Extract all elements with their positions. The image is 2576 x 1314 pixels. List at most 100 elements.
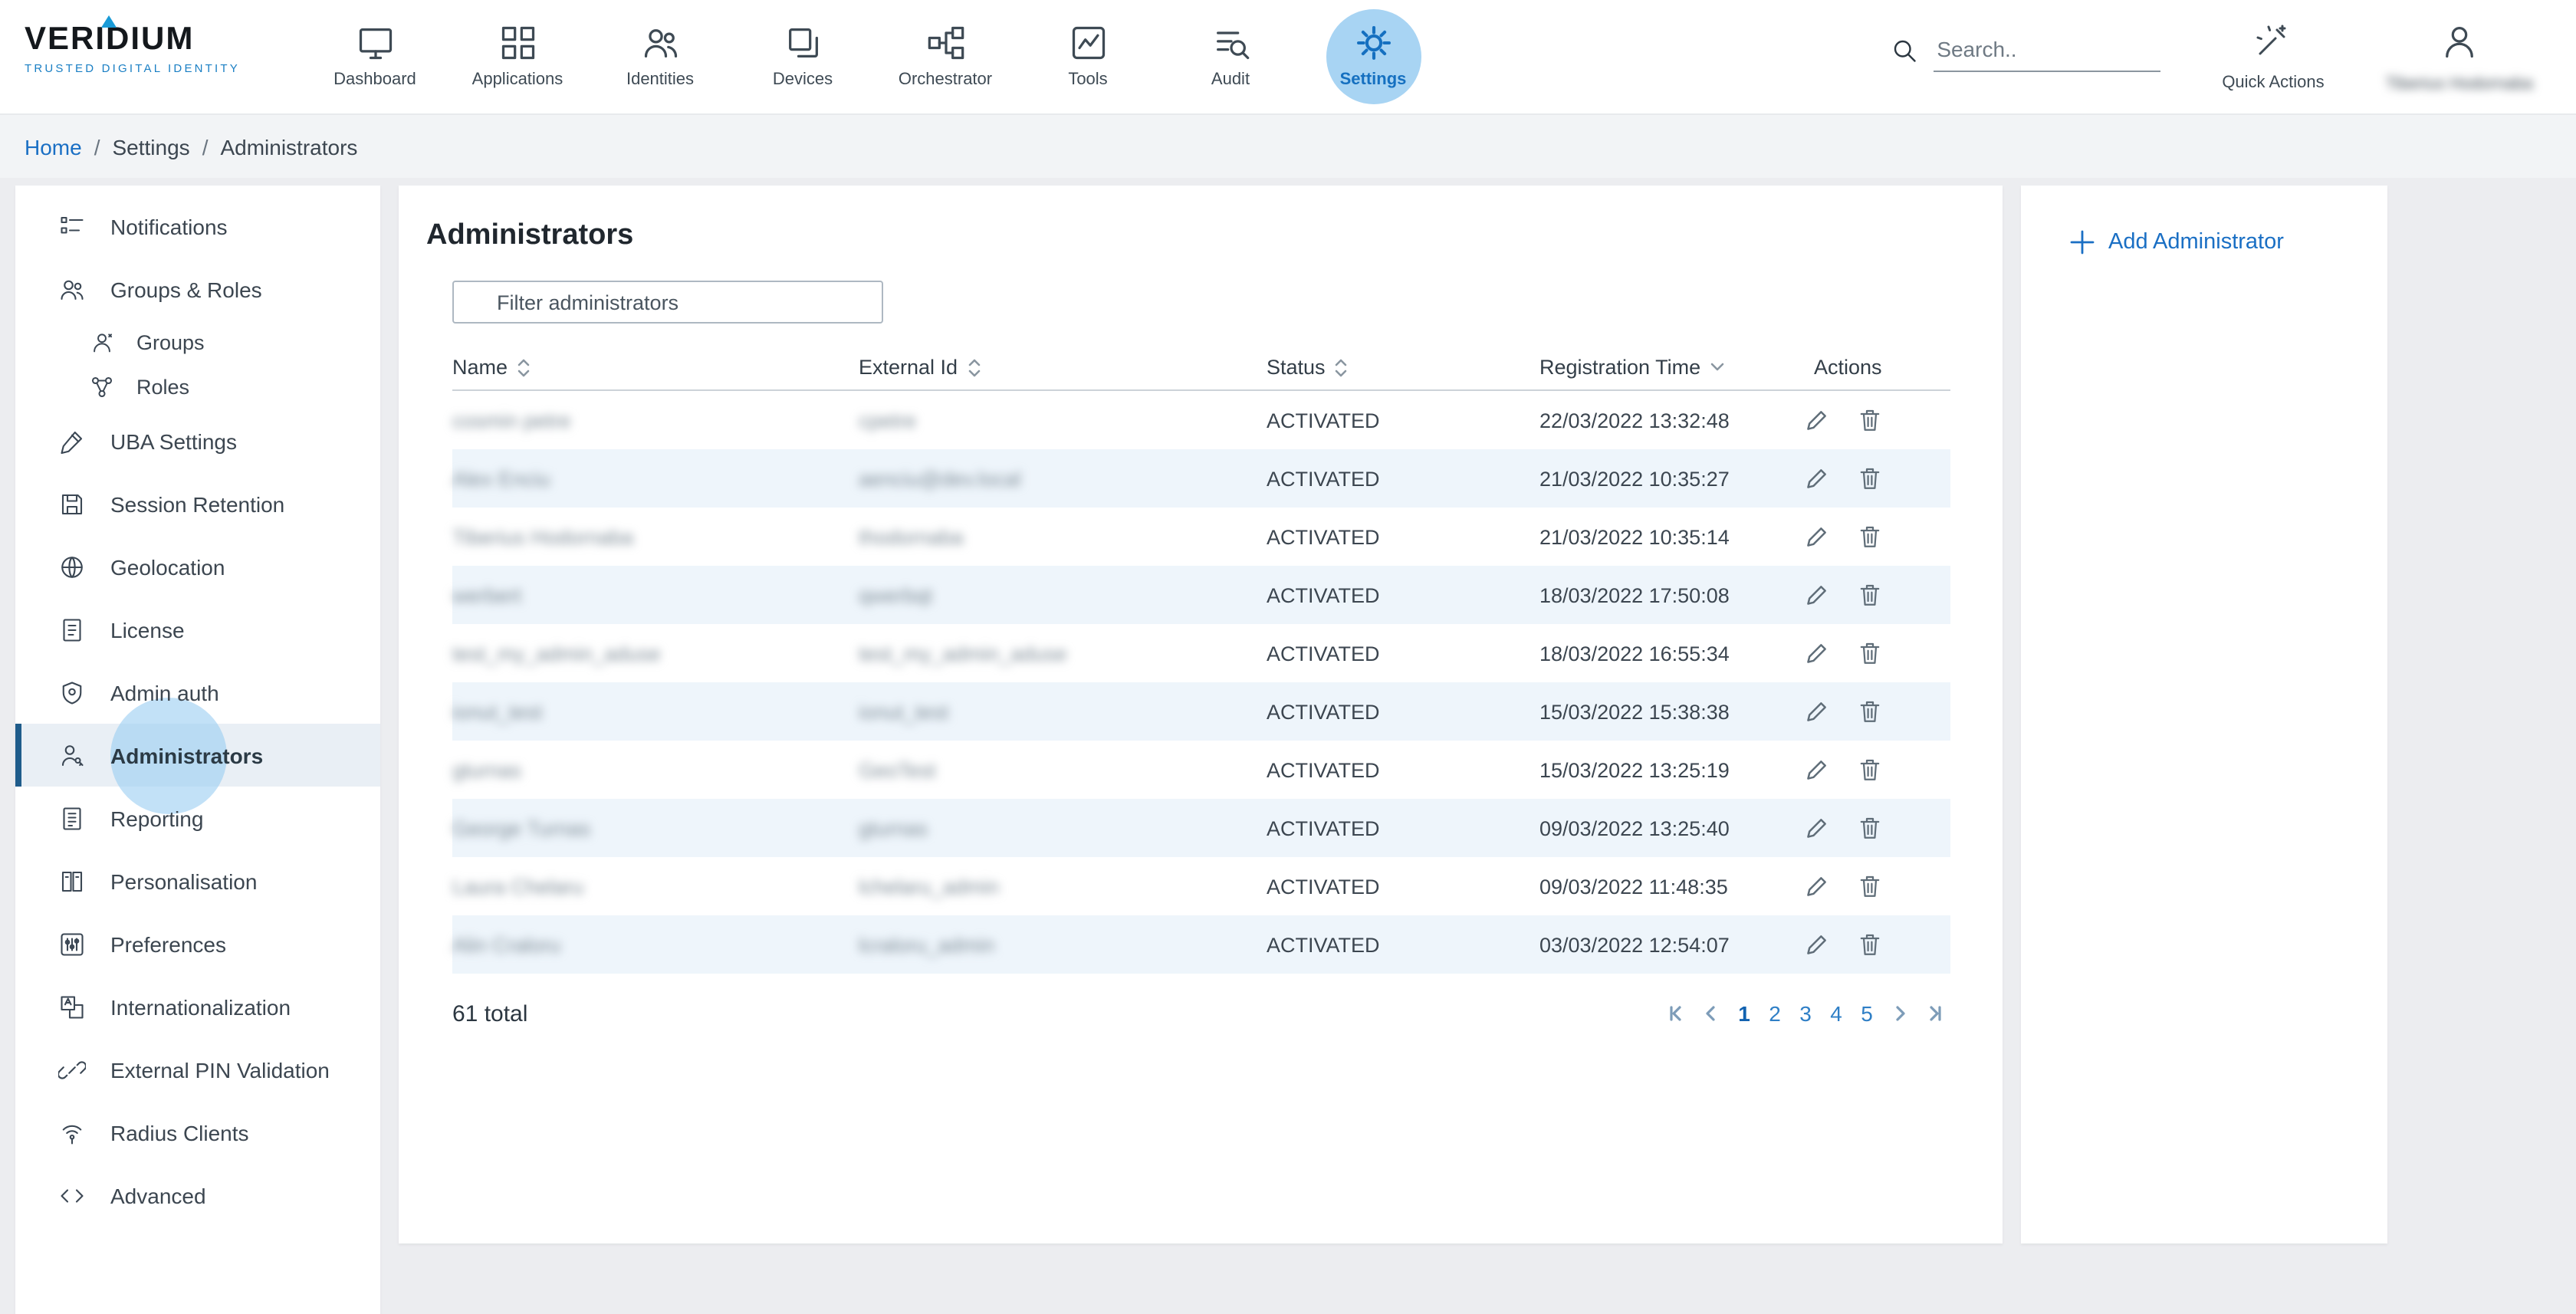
breadcrumb-home[interactable]: Home <box>25 134 82 159</box>
add-administrator-button[interactable]: Add Administrator <box>2021 186 2387 255</box>
sidebar-item-groups-roles[interactable]: Groups & Roles <box>15 258 380 320</box>
user-menu[interactable]: Tiberius Hodornaba <box>2386 21 2533 93</box>
app-root: VERIDIUM TRUSTED DIGITAL IDENTITY Dashbo… <box>0 0 2576 1314</box>
pagination-prev[interactable] <box>1696 998 1727 1029</box>
cell-actions <box>1789 874 1950 898</box>
delete-icon[interactable] <box>1858 699 1881 724</box>
table-row[interactable]: ionut_test ionut_test ACTIVATED 15/03/20… <box>452 682 1950 741</box>
pagination: 1 2 3 4 5 <box>1661 998 1950 1029</box>
nav-item-audit[interactable]: Audit <box>1159 0 1302 113</box>
sidebar-item-administrators[interactable]: Administrators <box>15 724 380 787</box>
magic-wand-icon <box>2255 22 2292 67</box>
sidebar-label: Advanced <box>110 1183 206 1207</box>
nav-item-identities[interactable]: Identities <box>589 0 731 113</box>
delete-icon[interactable] <box>1858 757 1881 782</box>
delete-icon[interactable] <box>1858 641 1881 665</box>
cell-name: Alex Enciu <box>452 467 859 490</box>
nav-item-applications[interactable]: Applications <box>446 0 589 113</box>
sidebar-item-geolocation[interactable]: Geolocation <box>15 535 380 598</box>
sidebar-item-advanced[interactable]: Advanced <box>15 1164 380 1227</box>
sidebar-label: Geolocation <box>110 554 225 579</box>
edit-icon[interactable] <box>1805 583 1829 607</box>
column-label: Actions <box>1814 356 1882 379</box>
delete-icon[interactable] <box>1858 932 1881 957</box>
sidebar-label: License <box>110 617 185 642</box>
edit-icon[interactable] <box>1805 757 1829 782</box>
column-header-name[interactable]: Name <box>452 356 859 379</box>
delete-icon[interactable] <box>1858 874 1881 898</box>
delete-icon[interactable] <box>1858 583 1881 607</box>
quick-actions-button[interactable]: Quick Actions <box>2222 22 2324 91</box>
pagination-last[interactable] <box>1920 998 1950 1029</box>
quick-actions-label: Quick Actions <box>2222 73 2324 91</box>
sidebar-label: Groups & Roles <box>110 277 262 301</box>
cell-actions <box>1789 408 1950 432</box>
pagination-page-5[interactable]: 5 <box>1854 1001 1880 1026</box>
pagination-first[interactable] <box>1661 998 1691 1029</box>
edit-icon[interactable] <box>1805 816 1829 840</box>
table-row[interactable]: George Turnas gturnas ACTIVATED 09/03/20… <box>452 799 1950 857</box>
sidebar-item-groups[interactable]: Groups <box>15 320 380 365</box>
cell-actions <box>1789 816 1950 840</box>
cell-actions <box>1789 524 1950 549</box>
column-header-external-id[interactable]: External Id <box>859 356 1267 379</box>
brand-logo: VERIDIUM TRUSTED DIGITAL IDENTITY <box>0 0 291 113</box>
edit-icon[interactable] <box>1805 466 1829 491</box>
sidebar-item-external-pin-validation[interactable]: External PIN Validation <box>15 1038 380 1101</box>
pagination-page-3[interactable]: 3 <box>1792 1001 1819 1026</box>
nav-item-tools[interactable]: Tools <box>1017 0 1159 113</box>
delete-icon[interactable] <box>1858 408 1881 432</box>
user-avatar-icon <box>2440 21 2479 68</box>
sidebar-item-personalisation[interactable]: Personalisation <box>15 849 380 912</box>
table-row[interactable]: werbert qwerbqt ACTIVATED 18/03/2022 17:… <box>452 566 1950 624</box>
table-row[interactable]: Tiberius Hodornaba thodornaba ACTIVATED … <box>452 508 1950 566</box>
table-row[interactable]: Alex Enciu aenciu@dev.local ACTIVATED 21… <box>452 449 1950 508</box>
edit-icon[interactable] <box>1805 641 1829 665</box>
nav-item-dashboard[interactable]: Dashboard <box>304 0 446 113</box>
cell-status: ACTIVATED <box>1267 409 1539 432</box>
table-footer: 61 total 1 2 3 4 5 <box>452 998 1950 1029</box>
cell-actions <box>1789 641 1950 665</box>
sidebar-item-radius-clients[interactable]: Radius Clients <box>15 1101 380 1164</box>
table-row[interactable]: Alin Craloru lcraloru_admin ACTIVATED 03… <box>452 915 1950 974</box>
sidebar-item-uba-settings[interactable]: UBA Settings <box>15 409 380 472</box>
cell-time: 09/03/2022 11:48:35 <box>1539 875 1789 898</box>
sidebar-item-license[interactable]: License <box>15 598 380 661</box>
pagination-page-4[interactable]: 4 <box>1823 1001 1849 1026</box>
content-area: Notifications Groups & Roles Groups Role… <box>0 178 2576 1314</box>
column-header-registration-time[interactable]: Registration Time <box>1539 356 1789 379</box>
edit-icon[interactable] <box>1805 932 1829 957</box>
edit-icon[interactable] <box>1805 699 1829 724</box>
sidebar-item-roles[interactable]: Roles <box>15 365 380 409</box>
breadcrumb-settings[interactable]: Settings <box>113 134 190 159</box>
nav-item-devices[interactable]: Devices <box>731 0 874 113</box>
search-input[interactable] <box>1934 36 2160 71</box>
table-row[interactable]: gturnas GeoTest ACTIVATED 15/03/2022 13:… <box>452 741 1950 799</box>
delete-icon[interactable] <box>1858 466 1881 491</box>
pagination-page-1[interactable]: 1 <box>1731 1001 1757 1026</box>
sidebar-item-session-retention[interactable]: Session Retention <box>15 472 380 535</box>
pagination-next[interactable] <box>1884 998 1915 1029</box>
sidebar-label: Internationalization <box>110 994 291 1019</box>
edit-icon[interactable] <box>1805 524 1829 549</box>
nav-item-orchestrator[interactable]: Orchestrator <box>874 0 1017 113</box>
table-row[interactable]: cosmin petre cpetre ACTIVATED 22/03/2022… <box>452 391 1950 449</box>
cell-name: ionut_test <box>452 700 859 723</box>
sidebar-item-notifications[interactable]: Notifications <box>15 195 380 258</box>
pagination-page-2[interactable]: 2 <box>1762 1001 1788 1026</box>
sidebar-item-internationalization[interactable]: Internationalization <box>15 975 380 1038</box>
cell-name: gturnas <box>452 758 859 781</box>
edit-icon[interactable] <box>1805 408 1829 432</box>
user-name: Tiberius Hodornaba <box>2386 74 2533 93</box>
delete-icon[interactable] <box>1858 816 1881 840</box>
table-row[interactable]: test_my_admin_aduse test_my_admin_aduse … <box>452 624 1950 682</box>
table-row[interactable]: Laura Chelaru lchelaru_admin ACTIVATED 0… <box>452 857 1950 915</box>
nav-label: Tools <box>1068 71 1107 89</box>
delete-icon[interactable] <box>1858 524 1881 549</box>
column-header-status[interactable]: Status <box>1267 356 1539 379</box>
edit-icon[interactable] <box>1805 874 1829 898</box>
filter-administrators-input[interactable] <box>452 281 883 324</box>
cell-time: 15/03/2022 15:38:38 <box>1539 700 1789 723</box>
nav-item-settings[interactable]: Settings <box>1302 0 1444 113</box>
sidebar-item-preferences[interactable]: Preferences <box>15 912 380 975</box>
